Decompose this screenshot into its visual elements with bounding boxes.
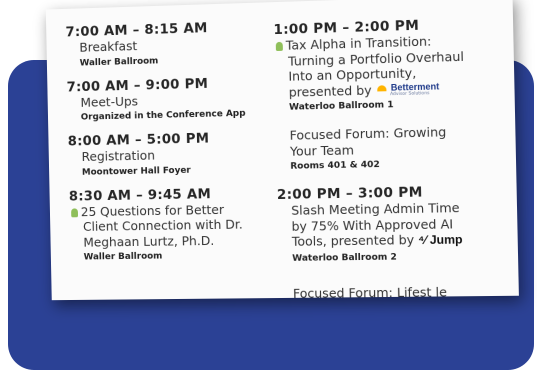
session-room: Waterloo Ballroom 2 bbox=[292, 251, 397, 264]
session-room: Organized in the Conference App bbox=[80, 108, 246, 123]
schedule-entry: 2:00 PM – 3:00 PM Slash Meeting Admin Ti… bbox=[277, 183, 512, 265]
session-room: Waller Ballroom bbox=[83, 251, 163, 263]
presented-by-text: Tools, presented by bbox=[291, 232, 415, 249]
jump-logo: ⁴⁄ Jump bbox=[418, 232, 463, 248]
betterment-mark-icon bbox=[377, 84, 387, 92]
schedule-column-right: 1:00 PM – 2:00 PM Tax Alpha in Transitio… bbox=[273, 15, 512, 275]
session-room: Moontower Hall Foyer bbox=[81, 165, 191, 178]
betterment-logo: Betterment Advisor Solutions bbox=[377, 82, 440, 97]
session-title-line: Tools, presented by ⁴⁄ Jump bbox=[292, 231, 512, 251]
presented-by-text: presented by bbox=[288, 82, 372, 100]
schedule-card: 7:00 AM – 8:15 AM Breakfast Waller Ballr… bbox=[45, 0, 519, 301]
schedule-column-left: 7:00 AM – 8:15 AM Breakfast Waller Ballr… bbox=[65, 18, 266, 273]
leaf-icon bbox=[275, 41, 283, 52]
schedule-entry: 7:00 AM – 9:00 PM Meet-Ups Organized in … bbox=[67, 74, 264, 124]
schedule-entry: 1:00 PM – 2:00 PM Tax Alpha in Transitio… bbox=[273, 15, 508, 114]
session-room: Rooms 401 & 402 bbox=[290, 159, 380, 172]
session-room: Waller Ballroom bbox=[79, 55, 159, 68]
session-title-line: 25 Questions for Better bbox=[80, 201, 225, 219]
session-title: Registration bbox=[81, 147, 156, 164]
jump-wordmark: Jump bbox=[429, 232, 463, 248]
schedule-entry: Focused Forum: Growing Your Team Rooms 4… bbox=[276, 123, 510, 173]
session-title-line: Meghaan Lurtz, Ph.D. bbox=[83, 232, 215, 250]
schedule-entry: 8:30 AM – 9:45 AM 25 Questions for Bette… bbox=[69, 185, 267, 264]
schedule-entry: 8:00 AM – 5:00 PM Registration Moontower… bbox=[68, 129, 265, 178]
session-title-line: Client Connection with Dr. bbox=[82, 216, 243, 234]
leaf-icon bbox=[71, 207, 79, 217]
schedule-entry: 7:00 AM – 8:15 AM Breakfast Waller Ballr… bbox=[65, 18, 262, 69]
